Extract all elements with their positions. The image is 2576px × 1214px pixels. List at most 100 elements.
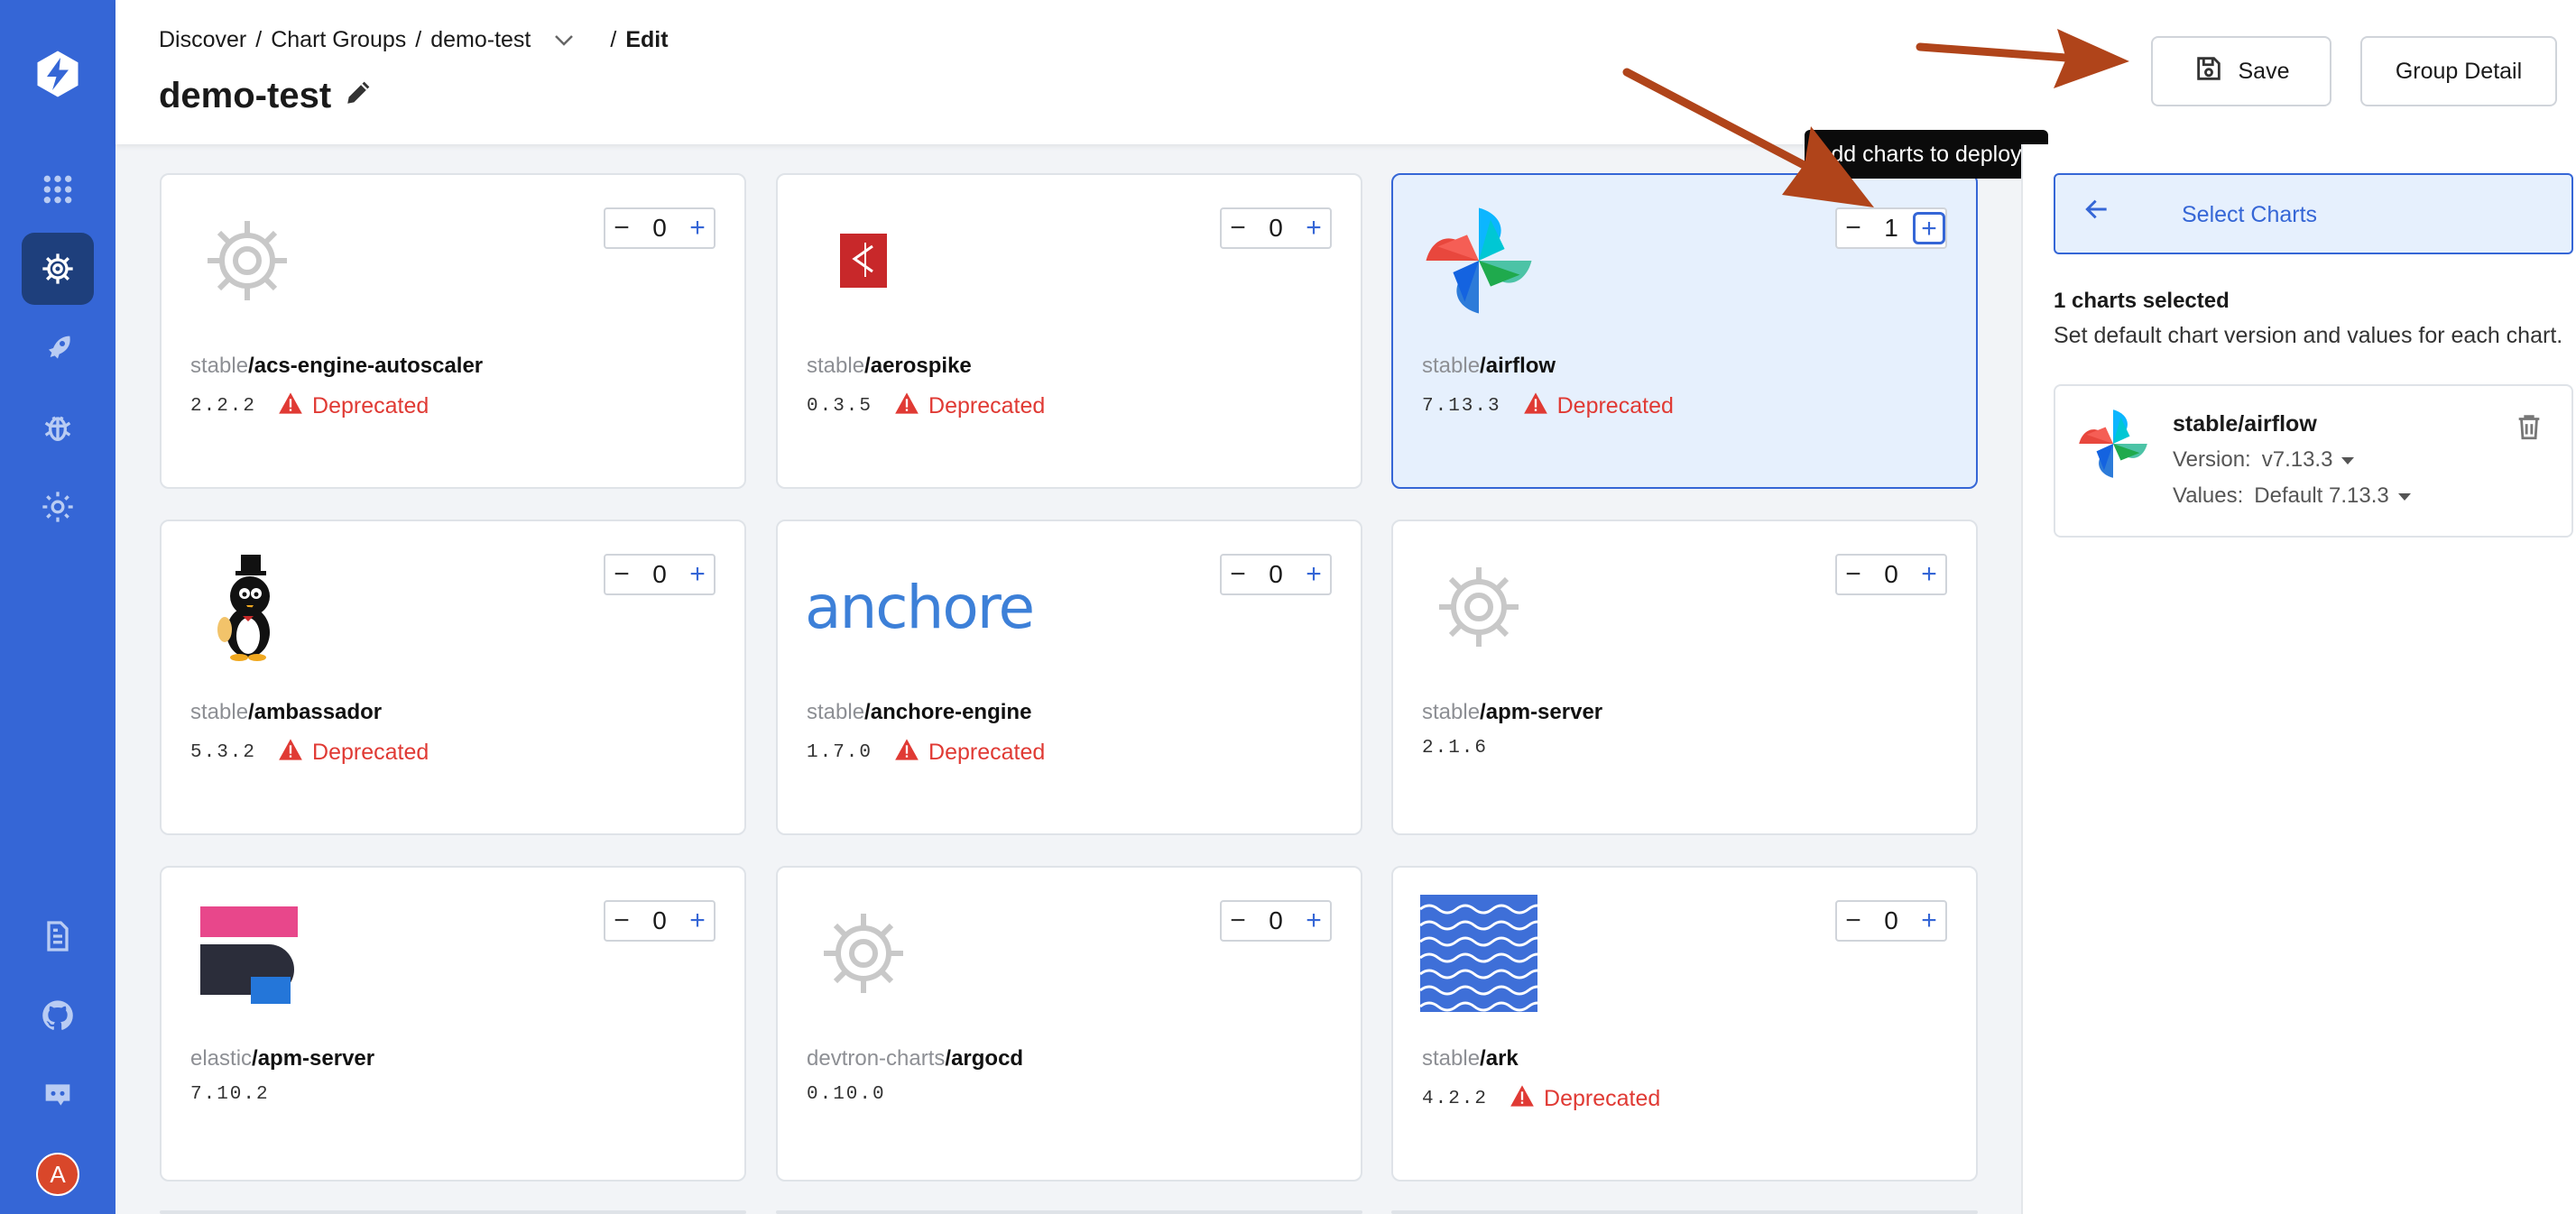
save-button[interactable]: Save: [2151, 36, 2331, 106]
deprecated-label: Deprecated: [1556, 393, 1674, 418]
chart-repo: stable: [1422, 354, 1481, 378]
chevron-down-icon[interactable]: [554, 27, 574, 53]
increment-button[interactable]: +: [1297, 906, 1330, 936]
chart-card-partial[interactable]: [160, 1210, 746, 1214]
chart-title: /ark: [1480, 1046, 1519, 1071]
save-label: Save: [2238, 58, 2290, 84]
chart-name: devtron-charts/argocd: [807, 1046, 1023, 1071]
selected-description: Set default chart version and values for…: [2054, 323, 2563, 348]
trash-delete-icon[interactable]: [2514, 411, 2544, 446]
bug-security-icon[interactable]: [22, 391, 94, 464]
decrement-button[interactable]: −: [605, 559, 638, 590]
increment-button[interactable]: +: [1913, 906, 1945, 936]
breadcrumb-separator: /: [415, 27, 422, 52]
chart-card[interactable]: −1 + stable/airflow 7.13.3 Deprecated: [1391, 173, 1978, 489]
quantity-value: 0: [1884, 560, 1898, 588]
quantity-stepper: −0 +: [1220, 554, 1332, 595]
chart-repo: stable: [1422, 1046, 1481, 1071]
chart-card[interactable]: −0 + devtron-charts/argocd 0.10.0: [776, 866, 1362, 1182]
quantity-value: 0: [1269, 560, 1283, 588]
quantity-stepper: −0 +: [1220, 207, 1332, 249]
chart-card[interactable]: −0 + stable/ark 4.2.2 Deprecated: [1391, 866, 1978, 1182]
chart-meta: 7.13.3 Deprecated: [1422, 391, 1674, 421]
warning-triangle-icon: [894, 391, 919, 421]
quantity-stepper: −1 +: [1835, 207, 1947, 249]
pencil-edit-icon[interactable]: [344, 76, 374, 116]
chart-meta: 2.1.6: [1422, 738, 1488, 759]
breadcrumb-group[interactable]: demo-test: [430, 27, 531, 53]
version-label: Version:: [2173, 447, 2251, 472]
decrement-button[interactable]: −: [1222, 906, 1254, 936]
quantity-value: 0: [1269, 906, 1283, 934]
increment-button[interactable]: +: [681, 213, 714, 244]
decrement-button[interactable]: −: [1837, 906, 1870, 936]
user-avatar[interactable]: A: [36, 1153, 79, 1196]
chart-card[interactable]: −0 + elastic/apm-server 7.10.2: [160, 866, 746, 1182]
increment-button[interactable]: +: [681, 906, 714, 936]
increment-button[interactable]: +: [1913, 559, 1945, 590]
save-floppy-icon: [2193, 53, 2224, 90]
chart-card[interactable]: −0 + stable/apm-server 2.1.6: [1391, 520, 1978, 835]
deprecated-badge: Deprecated: [1510, 1084, 1660, 1114]
quantity-value: 1: [1884, 214, 1898, 242]
breadcrumb-separator: /: [610, 27, 617, 52]
decrement-button[interactable]: −: [1222, 213, 1254, 244]
increment-button[interactable]: +: [1297, 213, 1330, 244]
group-detail-button[interactable]: Group Detail: [2360, 36, 2557, 106]
chart-card-partial[interactable]: [776, 1210, 1362, 1214]
documentation-icon[interactable]: [22, 900, 94, 972]
deprecated-badge: Deprecated: [894, 391, 1045, 421]
github-icon[interactable]: [22, 979, 94, 1052]
chart-name: stable/aerospike: [807, 354, 972, 379]
deprecated-label: Deprecated: [312, 740, 429, 765]
increment-button[interactable]: +: [1297, 559, 1330, 590]
chart-version: 0.10.0: [807, 1084, 886, 1105]
version-row: Version: v7.13.3: [2173, 447, 2355, 473]
chart-card[interactable]: anchore −0 + stable/anchore-engine 1.7.0 Depr…: [776, 520, 1362, 835]
chart-card-partial[interactable]: [1391, 1210, 1978, 1214]
chart-name: stable/airflow: [1422, 354, 1556, 379]
chart-version: 4.2.2: [1422, 1089, 1489, 1109]
quantity-value: 0: [1269, 214, 1283, 242]
deprecated-label: Deprecated: [312, 393, 429, 418]
decrement-button[interactable]: −: [605, 906, 638, 936]
select-charts-button[interactable]: Select Charts: [2054, 173, 2573, 254]
apps-grid-icon[interactable]: [22, 153, 94, 225]
breadcrumb-discover[interactable]: Discover: [159, 27, 246, 53]
quantity-value: 0: [1884, 906, 1898, 934]
chart-name: stable/acs-engine-autoscaler: [190, 354, 483, 379]
deprecated-badge: Deprecated: [1523, 391, 1674, 421]
decrement-button[interactable]: −: [1837, 213, 1870, 244]
increment-button[interactable]: +: [681, 559, 714, 590]
helm-charts-icon[interactable]: [22, 233, 94, 305]
increment-button[interactable]: +: [1912, 212, 1945, 244]
devtron-logo-icon[interactable]: [22, 38, 94, 110]
version-select[interactable]: v7.13.3: [2262, 447, 2355, 473]
decrement-button[interactable]: −: [605, 213, 638, 244]
chart-card[interactable]: −0 + stable/acs-engine-autoscaler 2.2.2 Depr…: [160, 173, 746, 489]
chart-repo: devtron-charts: [807, 1046, 946, 1071]
chart-meta: 4.2.2 Deprecated: [1422, 1084, 1660, 1114]
quantity-value: 0: [652, 214, 667, 242]
chart-card[interactable]: −0 + stable/ambassador 5.3.2 Deprecated: [160, 520, 746, 835]
breadcrumb-chart-groups[interactable]: Chart Groups: [271, 27, 406, 53]
deprecated-label: Deprecated: [1544, 1086, 1661, 1111]
selected-count: 1 charts selected: [2054, 289, 2230, 313]
anchore-logo: anchore: [805, 548, 1039, 666]
airflow-pinwheel-logo: [2075, 406, 2151, 486]
chart-meta: 2.2.2 Deprecated: [190, 391, 429, 421]
select-charts-label: Select Charts: [2182, 202, 2318, 227]
chart-card[interactable]: −0 + stable/aerospike 0.3.5 Deprecated: [776, 173, 1362, 489]
quantity-stepper: −0 +: [1220, 900, 1332, 942]
decrement-button[interactable]: −: [1837, 559, 1870, 590]
warning-triangle-icon: [278, 391, 303, 421]
decrement-button[interactable]: −: [1222, 559, 1254, 590]
gear-settings-icon[interactable]: [22, 471, 94, 543]
warning-triangle-icon: [278, 738, 303, 768]
quantity-stepper: −0 +: [1835, 554, 1947, 595]
rocket-deploy-icon[interactable]: [22, 312, 94, 384]
values-select[interactable]: Default 7.13.3: [2254, 483, 2411, 509]
chart-meta: 0.3.5 Deprecated: [807, 391, 1045, 421]
discord-icon[interactable]: [22, 1059, 94, 1131]
quantity-stepper: −0 +: [604, 900, 716, 942]
